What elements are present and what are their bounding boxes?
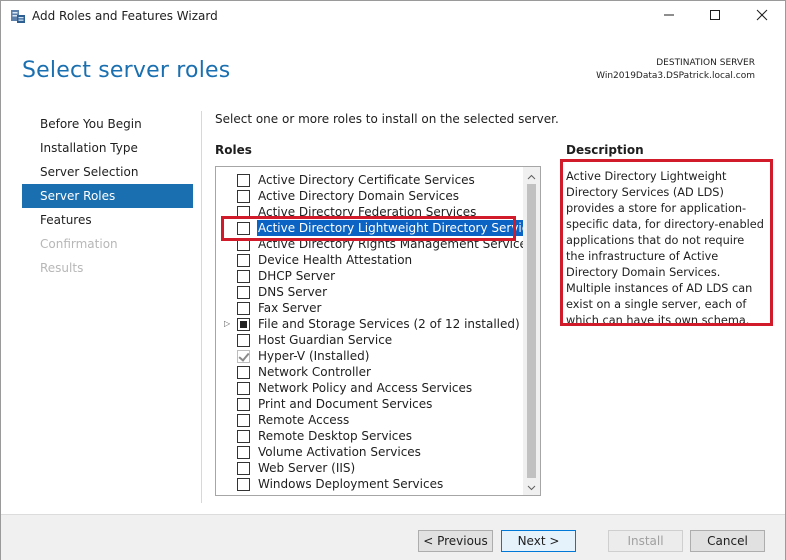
close-icon <box>756 9 768 24</box>
role-checkbox <box>237 350 250 363</box>
role-label: DNS Server <box>258 285 327 299</box>
role-checkbox[interactable] <box>237 398 250 411</box>
role-row[interactable]: Network Policy and Access Services <box>216 380 524 396</box>
chevron-down-icon <box>527 480 536 494</box>
role-label: Web Server (IIS) <box>258 461 356 475</box>
highlight-box-role <box>221 216 516 241</box>
destination-server-label: DESTINATION SERVER <box>656 58 755 68</box>
role-row[interactable]: Web Server (IIS) <box>216 460 524 476</box>
role-label: File and Storage Services (2 of 12 insta… <box>258 317 520 331</box>
role-row[interactable]: Active Directory Certificate Services <box>216 172 524 188</box>
role-label: Hyper-V (Installed) <box>258 349 370 363</box>
cancel-button[interactable]: Cancel <box>690 530 765 552</box>
window-title: Add Roles and Features Wizard <box>32 9 218 23</box>
wizard-nav: Before You Begin Installation Type Serve… <box>22 112 193 280</box>
role-checkbox[interactable] <box>237 334 250 347</box>
minimize-icon <box>663 9 675 24</box>
role-checkbox[interactable] <box>237 286 250 299</box>
role-checkbox[interactable] <box>237 414 250 427</box>
role-row[interactable]: Remote Desktop Services <box>216 428 524 444</box>
role-checkbox[interactable] <box>237 254 250 267</box>
maximize-icon <box>709 9 721 24</box>
role-label: Windows Deployment Services <box>258 477 444 491</box>
role-row[interactable]: Windows Deployment Services <box>216 476 524 492</box>
title-bar: Add Roles and Features Wizard <box>1 1 785 32</box>
nav-item-before-you-begin[interactable]: Before You Begin <box>22 112 193 136</box>
role-label: Network Policy and Access Services <box>258 381 473 395</box>
role-label: DHCP Server <box>258 269 336 283</box>
role-checkbox[interactable] <box>237 478 250 491</box>
role-row[interactable]: Remote Access <box>216 412 524 428</box>
role-row[interactable]: Device Health Attestation <box>216 252 524 268</box>
nav-item-server-selection[interactable]: Server Selection <box>22 160 193 184</box>
role-checkbox[interactable] <box>237 430 250 443</box>
role-label: Device Health Attestation <box>258 253 413 267</box>
role-checkbox[interactable] <box>237 270 250 283</box>
role-checkbox[interactable] <box>237 190 250 203</box>
install-button: Install <box>608 530 683 552</box>
previous-button[interactable]: < Previous <box>418 530 493 552</box>
role-row[interactable]: Active Directory Domain Services <box>216 188 524 204</box>
role-label: Print and Document Services <box>258 397 433 411</box>
role-label: Host Guardian Service <box>258 333 393 347</box>
scroll-thumb[interactable] <box>527 184 536 478</box>
nav-item-results: Results <box>40 261 84 275</box>
close-button[interactable] <box>739 1 785 32</box>
nav-item-server-roles[interactable]: Server Roles <box>22 184 193 208</box>
role-row[interactable]: Host Guardian Service <box>216 332 524 348</box>
role-row[interactable]: Volume Activation Services <box>216 444 524 460</box>
wizard-window: Add Roles and Features Wizard Select ser… <box>0 0 786 560</box>
scroll-down-button[interactable] <box>523 478 540 495</box>
role-label: Volume Activation Services <box>258 445 421 459</box>
role-label: Fax Server <box>258 301 322 315</box>
nav-item-features[interactable]: Features <box>22 208 193 232</box>
role-label: Remote Access <box>258 413 350 427</box>
role-checkbox[interactable] <box>237 462 250 475</box>
role-checkbox[interactable] <box>237 174 250 187</box>
role-checkbox[interactable] <box>237 446 250 459</box>
role-label: Active Directory Certificate Services <box>258 173 475 187</box>
nav-item-confirmation: Confirmation <box>40 237 118 251</box>
expand-arrow-icon[interactable]: ▷ <box>224 316 234 332</box>
role-row[interactable]: Print and Document Services <box>216 396 524 412</box>
role-row[interactable]: ▷ File and Storage Services (2 of 12 inst… <box>216 316 524 332</box>
maximize-button[interactable] <box>692 1 738 32</box>
nav-item-installation-type[interactable]: Installation Type <box>22 136 193 160</box>
role-row[interactable]: DNS Server <box>216 284 524 300</box>
scroll-up-button[interactable] <box>523 167 540 184</box>
minimize-button[interactable] <box>646 1 692 32</box>
instruction-text: Select one or more roles to install on t… <box>215 112 559 126</box>
roles-scrollbar[interactable] <box>523 167 540 495</box>
role-row[interactable]: DHCP Server <box>216 268 524 284</box>
role-checkbox[interactable] <box>237 366 250 379</box>
role-checkbox[interactable] <box>237 318 250 331</box>
role-label: Network Controller <box>258 365 371 379</box>
role-checkbox[interactable] <box>237 382 250 395</box>
nav-divider <box>201 111 202 503</box>
destination-server-value: Win2019Data3.DSPatrick.local.com <box>596 71 755 81</box>
page-title: Select server roles <box>22 58 231 83</box>
wizard-footer: < Previous Next > Install Cancel <box>1 514 785 560</box>
role-row[interactable]: Fax Server <box>216 300 524 316</box>
roles-header: Roles <box>215 143 252 157</box>
role-checkbox[interactable] <box>237 302 250 315</box>
highlight-box-description <box>560 159 773 326</box>
chevron-up-icon <box>527 169 536 183</box>
role-label: Remote Desktop Services <box>258 429 413 443</box>
role-row[interactable]: Network Controller <box>216 364 524 380</box>
next-button[interactable]: Next > <box>501 530 576 552</box>
description-header: Description <box>566 143 644 157</box>
role-label: Active Directory Domain Services <box>258 189 460 203</box>
role-row[interactable]: Hyper-V (Installed) <box>216 348 524 364</box>
server-manager-icon <box>10 9 26 24</box>
